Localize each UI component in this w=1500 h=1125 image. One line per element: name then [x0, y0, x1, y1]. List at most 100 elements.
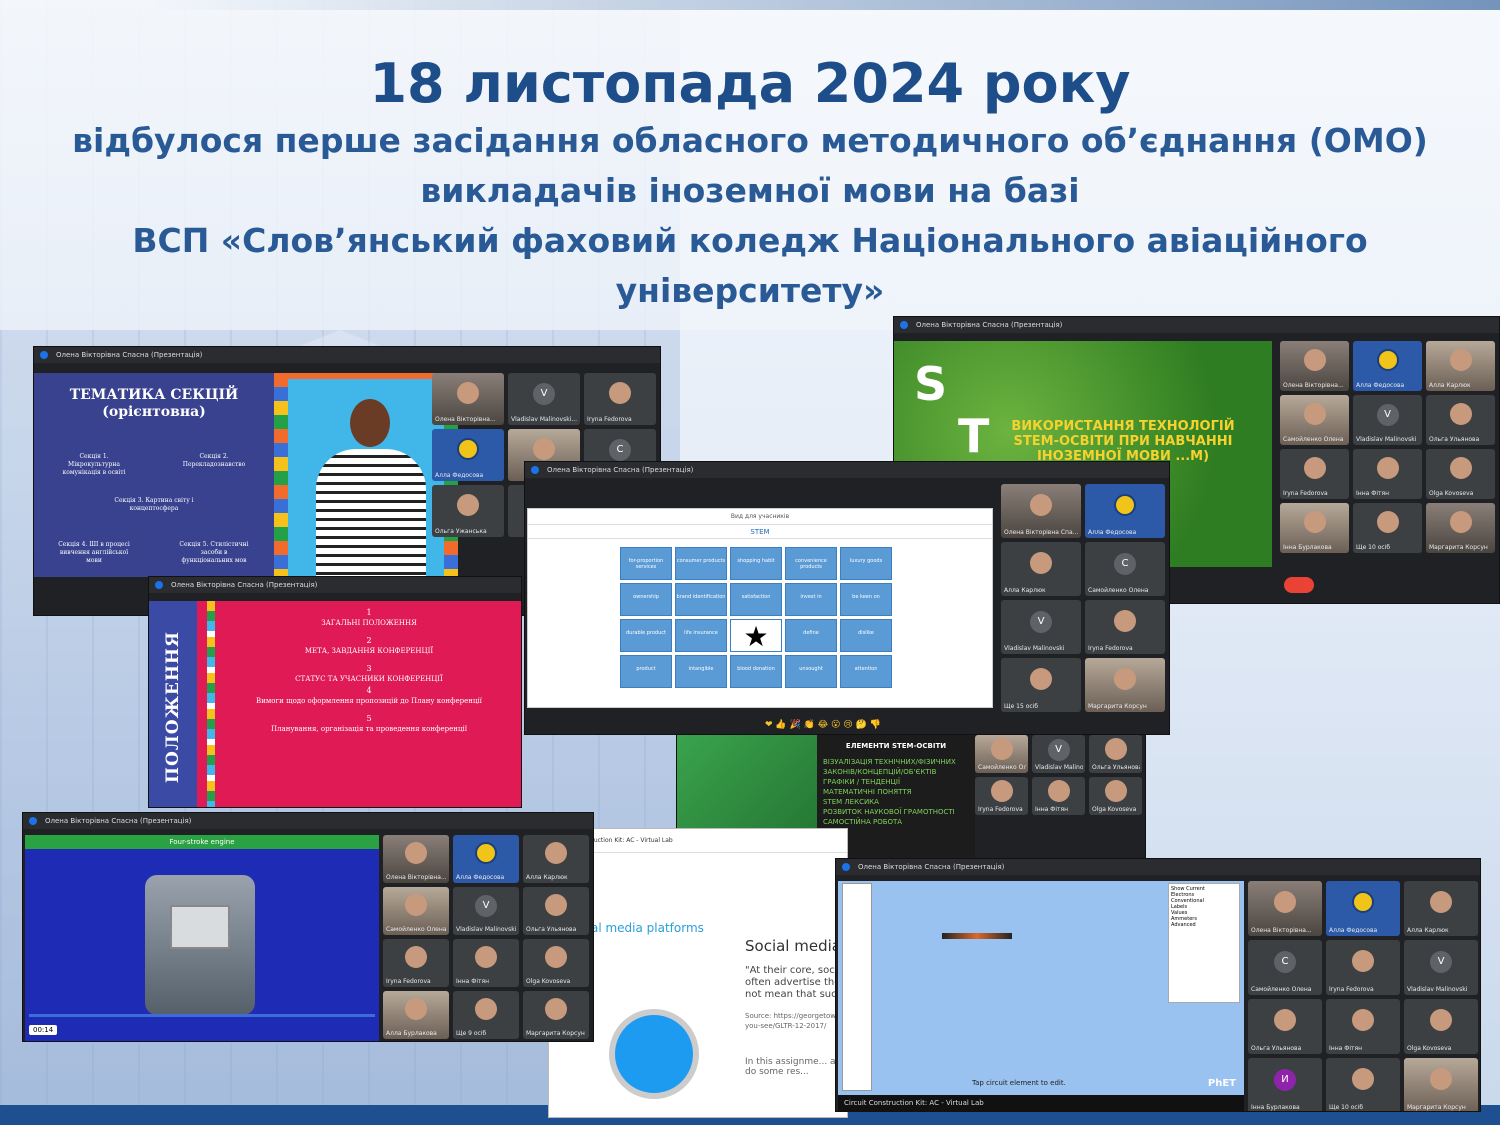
participant-tile[interactable]: Olga Kovoseva [1426, 449, 1495, 499]
grid-cell[interactable]: brand identification [675, 583, 727, 616]
grid-cell[interactable]: be keen on [840, 583, 892, 616]
participant-tile[interactable]: VVladislav Malinovski [1404, 940, 1478, 995]
participant-tile[interactable]: Алла Карлюк [1001, 542, 1081, 596]
reactions-bar[interactable]: ❤ 👍 🎉 👏 😂 😮 😢 🤔 👎 [765, 720, 881, 730]
participant-tile[interactable]: Інна Фітян [1353, 449, 1422, 499]
end-call-button[interactable] [1284, 577, 1314, 593]
participant-tile[interactable]: Ольга Ульянова [523, 887, 589, 935]
participant-tile[interactable]: Маргарита Корсун [523, 991, 589, 1039]
participant-tile[interactable]: VVladislav Malinovski [1001, 600, 1081, 654]
participant-tile[interactable]: Самойленко Олена [383, 887, 449, 935]
participant-tile[interactable]: Олена Вікторівна... [383, 835, 449, 883]
participant-tile[interactable]: VVladislav Malinovski [1032, 735, 1085, 773]
list-item: STEM ЛЕКСИКА [823, 798, 879, 806]
participant-tile[interactable]: Olga Kovoseva [1404, 999, 1478, 1054]
phet-simulation[interactable]: Show Current Electrons Conventional Labe… [838, 881, 1244, 1095]
star-icon[interactable]: ★ [730, 619, 782, 653]
item-number: 2 [366, 636, 372, 645]
grid-cell[interactable]: dislike [840, 619, 892, 652]
grid-cell[interactable]: product [620, 655, 672, 688]
participant-tile[interactable]: Інна Фітян [453, 939, 519, 987]
smiling-woman-image [274, 373, 458, 589]
participant-tile[interactable]: Ще 9 осіб [453, 991, 519, 1039]
grid-cell[interactable]: satisfaction [730, 583, 782, 616]
list-item: МЕТА, ЗАВДАННЯ КОНФЕРЕНЦІЇ [304, 647, 434, 655]
grid-cell[interactable]: luxury goods [840, 547, 892, 580]
participant-tile[interactable]: Ще 15 осіб [1001, 658, 1081, 712]
participant-tile[interactable]: Алла Федосова [1085, 484, 1165, 538]
participant-tile[interactable]: Ще 10 осіб [1353, 503, 1422, 553]
engine-video[interactable]: Four-stroke engine 00:14 [25, 835, 379, 1041]
participant-tile[interactable]: Алла Федосова [432, 429, 504, 481]
participant-tile[interactable]: Iryna Fedorova [584, 373, 656, 425]
participant-tile[interactable]: Маргарита Корсун [1426, 503, 1495, 553]
participant-tile[interactable]: Інна Фітян [1032, 777, 1085, 815]
participant-tile[interactable]: Алла Федосова [1326, 881, 1400, 936]
meet-title-bar: Олена Вікторівна Спасна (Презентація) [149, 577, 521, 593]
grid-cell[interactable]: attention [840, 655, 892, 688]
video-progress-bar[interactable] [29, 1014, 375, 1017]
participant-tile[interactable]: Iryna Fedorova [1280, 449, 1349, 499]
grid-cell[interactable]: convenience products [785, 547, 837, 580]
participant-tile[interactable]: Алла Бурлакова [383, 991, 449, 1039]
grid-cell[interactable]: consumer products [675, 547, 727, 580]
participant-tile[interactable]: Olga Kovoseva [523, 939, 589, 987]
participant-tile[interactable]: Маргарита Корсун [1085, 658, 1165, 712]
participant-tile[interactable]: Алла Карлюк [1404, 881, 1478, 936]
participant-tile[interactable]: Олена Вікторівна... [1248, 881, 1322, 936]
section-1: Секція 1. Мікрокультурна комунікація в о… [62, 453, 126, 476]
participant-tile[interactable]: С Самойленко Олена [1085, 542, 1165, 596]
meet-title-bar: Олена Вікторівна Спасна (Презентація) [836, 859, 1480, 875]
participant-tile[interactable]: Інна Фітян [1326, 999, 1400, 1054]
participant-tile[interactable]: Олена Вікторівна... [432, 373, 504, 425]
participant-tile[interactable]: Олена Вікторівна Спа... [1001, 484, 1081, 538]
participant-tile[interactable]: Iryna Fedorova [383, 939, 449, 987]
grid-cell[interactable]: intangible [675, 655, 727, 688]
participant-tile[interactable]: Iryna Fedorova [1085, 600, 1165, 654]
grid-cell[interactable]: unsought [785, 655, 837, 688]
participant-tile[interactable]: Ольга Ульянова [1248, 999, 1322, 1054]
grid-cell[interactable]: shopping habit [730, 547, 782, 580]
grid-cell[interactable]: durable product [620, 619, 672, 652]
participant-tile[interactable]: Ольга Ульянова [1089, 735, 1142, 773]
stem-elements-title: ЕЛЕМЕНТИ STEM-ОСВІТИ [845, 742, 947, 750]
participant-tile[interactable]: Олена Вікторівна... [1280, 341, 1349, 391]
grid-cell[interactable]: life insurance [675, 619, 727, 652]
phet-options-panel[interactable]: Show Current Electrons Conventional Labe… [1168, 883, 1240, 1003]
participant-grid: Олена Вікторівна... Алла Федосова Алла К… [1280, 341, 1495, 553]
doc-assignment: In this assignme... and do some res... [745, 1057, 847, 1077]
grid-cell[interactable]: ownership [620, 583, 672, 616]
participant-tile[interactable]: Ольга Ульянова [1426, 395, 1495, 445]
participant-tile[interactable]: Ольга Ужанська [432, 485, 504, 537]
meet-title-bar: Олена Вікторівна Спасна (Презентація) [525, 462, 1169, 478]
grid-cell[interactable]: blood donation [730, 655, 782, 688]
option-advanced[interactable]: Advanced [1171, 922, 1237, 928]
participant-tile[interactable]: Інна Бурлакова [1280, 503, 1349, 553]
participant-tile[interactable]: Маргарита Корсун [1404, 1058, 1478, 1111]
grid-cell[interactable]: invest in [785, 583, 837, 616]
phet-toolbox[interactable] [842, 883, 872, 1091]
participant-tile[interactable]: Самойленко Олена [1280, 395, 1349, 445]
participant-tile[interactable]: Iryna Fedorova [1326, 940, 1400, 995]
circuit-wire[interactable] [942, 933, 1012, 939]
participant-tile[interactable]: Алла Федосова [1353, 341, 1422, 391]
list-item: СТАТУС ТА УЧАСНИКИ КОНФЕРЕНЦІЇ [295, 675, 443, 683]
grid-cell[interactable]: for-proportion services [620, 547, 672, 580]
participant-tile[interactable]: VVladislav Malinovski [1353, 395, 1422, 445]
participant-tile[interactable]: Iryna Fedorova [975, 777, 1028, 815]
word-grid-board: Вид для учасників STEM for-proportion se… [527, 508, 993, 708]
participant-tile[interactable]: Алла Карлюк [1426, 341, 1495, 391]
participant-tile[interactable]: Ще 10 осіб [1326, 1058, 1400, 1111]
participant-tile[interactable]: И Інна Бурлакова [1248, 1058, 1322, 1111]
participant-tile[interactable]: Алла Федосова [453, 835, 519, 883]
participant-tile[interactable]: Алла Карлюк [523, 835, 589, 883]
grid-cell[interactable]: define [785, 619, 837, 652]
participant-tile[interactable]: Olga Kovoseva [1089, 777, 1142, 815]
participant-tile[interactable]: V Vladislav Malinovski... [508, 373, 580, 425]
participant-tile[interactable]: VVladislav Malinovski [453, 887, 519, 935]
participant-tile[interactable]: С Самойленко Олена [1248, 940, 1322, 995]
list-item: ЗАГАЛЬНІ ПОЛОЖЕННЯ [321, 619, 417, 627]
topics-slide: ТЕМАТИКА СЕКЦІЙ (орієнтовна) Секція 1. М… [34, 373, 274, 577]
stem-tab[interactable]: STEM [528, 525, 992, 539]
participant-tile[interactable]: Самойленко Олена [975, 735, 1028, 773]
